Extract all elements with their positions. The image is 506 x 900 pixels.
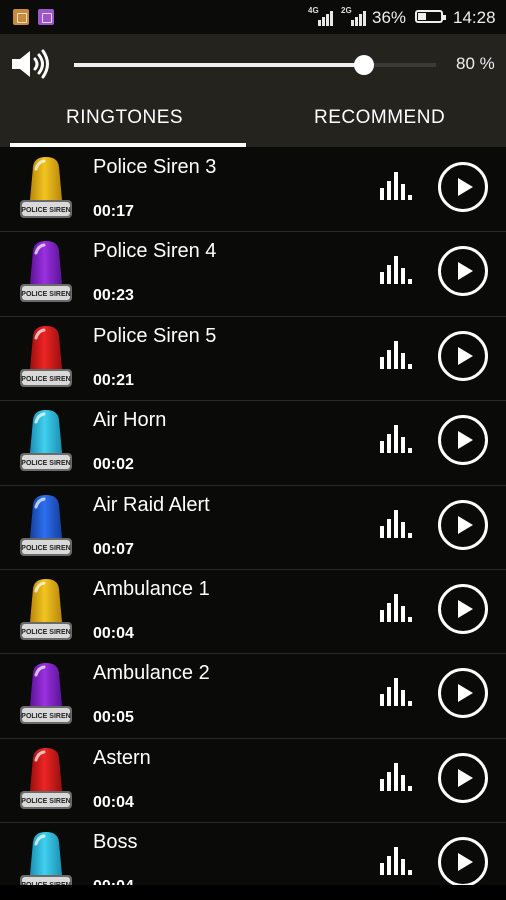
volume-slider-fill	[74, 63, 364, 67]
play-icon	[458, 853, 473, 872]
police-siren-icon: POLICE SIREN	[20, 157, 72, 218]
play-icon	[458, 262, 473, 281]
police-siren-icon: POLICE SIREN	[20, 747, 72, 809]
svg-text:POLICE SIREN: POLICE SIREN	[21, 460, 70, 467]
equalizer-bars-icon[interactable]	[380, 340, 416, 369]
volume-slider[interactable]	[74, 55, 436, 75]
play-icon	[458, 684, 473, 703]
ringtone-title: Police Siren 4	[93, 240, 217, 263]
play-button[interactable]	[438, 246, 488, 297]
ringtone-duration: 00:23	[93, 287, 134, 305]
play-icon	[458, 515, 473, 534]
play-icon	[458, 768, 473, 787]
active-tab-indicator	[10, 143, 246, 147]
app-notification-icon	[38, 9, 54, 25]
equalizer-bars-icon[interactable]	[380, 678, 416, 707]
ringtone-row[interactable]: POLICE SIREN Police Siren 5 00:21	[0, 317, 506, 402]
equalizer-bars-icon[interactable]	[380, 256, 416, 285]
tab-recommend[interactable]: RECOMMEND	[314, 107, 445, 129]
battery-icon	[415, 10, 446, 23]
ringtone-title: Astern	[93, 746, 151, 769]
play-button[interactable]	[438, 499, 488, 550]
police-siren-icon: POLICE SIREN	[20, 325, 72, 387]
ringtone-row[interactable]: POLICE SIREN Air Raid Alert 00:07	[0, 486, 506, 570]
signal-strength-icon: 2G	[341, 6, 367, 26]
play-button[interactable]	[438, 583, 488, 634]
network-type-label: 2G	[341, 6, 352, 15]
svg-text:POLICE SIREN: POLICE SIREN	[21, 629, 70, 636]
ringtone-duration: 00:02	[93, 456, 134, 474]
network-type-label: 4G	[308, 6, 319, 15]
police-siren-icon: POLICE SIREN	[20, 663, 72, 725]
ringtone-duration: 00:21	[93, 371, 134, 389]
battery-percent: 36%	[372, 8, 407, 27]
speaker-icon[interactable]	[10, 49, 50, 79]
equalizer-bars-icon[interactable]	[380, 425, 416, 454]
play-button[interactable]	[438, 837, 488, 885]
play-icon	[458, 599, 473, 618]
ringtone-row[interactable]: POLICE SIREN Police Siren 4 00:23	[0, 232, 506, 317]
status-bar: 4G 2G 36% 14:28	[0, 0, 506, 34]
play-button[interactable]	[438, 415, 488, 466]
ringtone-title: Air Horn	[93, 409, 167, 432]
svg-text:POLICE SIREN: POLICE SIREN	[21, 376, 70, 383]
ringtone-list[interactable]: POLICE SIREN Police Siren 3 00:17 POLICE…	[0, 148, 506, 885]
equalizer-bars-icon[interactable]	[380, 593, 416, 622]
police-siren-icon: POLICE SIREN	[20, 578, 72, 640]
app-header: 80 % RINGTONES RECOMMEND	[0, 34, 506, 147]
police-siren-icon: POLICE SIREN	[20, 410, 72, 472]
ringtone-title: Ambulance 1	[93, 577, 210, 600]
ringtone-row[interactable]: POLICE SIREN Astern 00:04	[0, 739, 506, 824]
equalizer-bars-icon[interactable]	[380, 172, 416, 200]
bottom-edge	[0, 885, 506, 900]
ringtone-duration: 00:04	[93, 878, 134, 885]
volume-slider-thumb[interactable]	[353, 55, 374, 75]
ringtone-duration: 00:07	[93, 540, 134, 558]
play-button[interactable]	[438, 668, 488, 719]
app-notification-icon	[13, 9, 29, 25]
police-siren-icon: POLICE SIREN	[20, 832, 72, 885]
play-icon	[458, 431, 473, 450]
svg-text:POLICE SIREN: POLICE SIREN	[21, 713, 70, 720]
ringtone-duration: 00:17	[93, 203, 134, 220]
signal-strength-icon: 4G	[308, 6, 334, 26]
ringtone-duration: 00:04	[93, 793, 134, 811]
ringtone-title: Boss	[93, 831, 138, 854]
ringtone-duration: 00:05	[93, 709, 134, 727]
clock: 14:28	[453, 8, 496, 27]
svg-text:POLICE SIREN: POLICE SIREN	[21, 798, 70, 805]
equalizer-bars-icon[interactable]	[380, 847, 416, 876]
police-siren-icon: POLICE SIREN	[20, 494, 72, 556]
ringtone-row[interactable]: POLICE SIREN Boss 00:04	[0, 823, 506, 885]
ringtone-row[interactable]: POLICE SIREN Ambulance 1 00:04	[0, 570, 506, 655]
police-siren-icon: POLICE SIREN	[20, 241, 72, 303]
ringtone-title: Air Raid Alert	[93, 493, 210, 516]
equalizer-bars-icon[interactable]	[380, 762, 416, 791]
svg-text:POLICE SIREN: POLICE SIREN	[21, 545, 70, 552]
ringtone-title: Ambulance 2	[93, 662, 210, 685]
play-button[interactable]	[438, 330, 488, 381]
ringtone-row[interactable]: POLICE SIREN Air Horn 00:02	[0, 401, 506, 486]
volume-percent: 80 %	[456, 54, 495, 73]
tab-ringtones[interactable]: RINGTONES	[66, 107, 183, 129]
ringtone-title: Police Siren 5	[93, 324, 217, 347]
svg-text:POLICE SIREN: POLICE SIREN	[21, 291, 70, 298]
ringtone-duration: 00:04	[93, 624, 134, 642]
ringtone-title: Police Siren 3	[93, 156, 217, 178]
ringtone-row[interactable]: POLICE SIREN Ambulance 2 00:05	[0, 654, 506, 739]
play-icon	[458, 346, 473, 365]
play-button[interactable]	[438, 162, 488, 212]
play-button[interactable]	[438, 752, 488, 803]
play-icon	[458, 178, 473, 196]
ringtone-row[interactable]: POLICE SIREN Police Siren 3 00:17	[0, 148, 506, 233]
equalizer-bars-icon[interactable]	[380, 509, 416, 538]
svg-text:POLICE SIREN: POLICE SIREN	[21, 207, 70, 214]
